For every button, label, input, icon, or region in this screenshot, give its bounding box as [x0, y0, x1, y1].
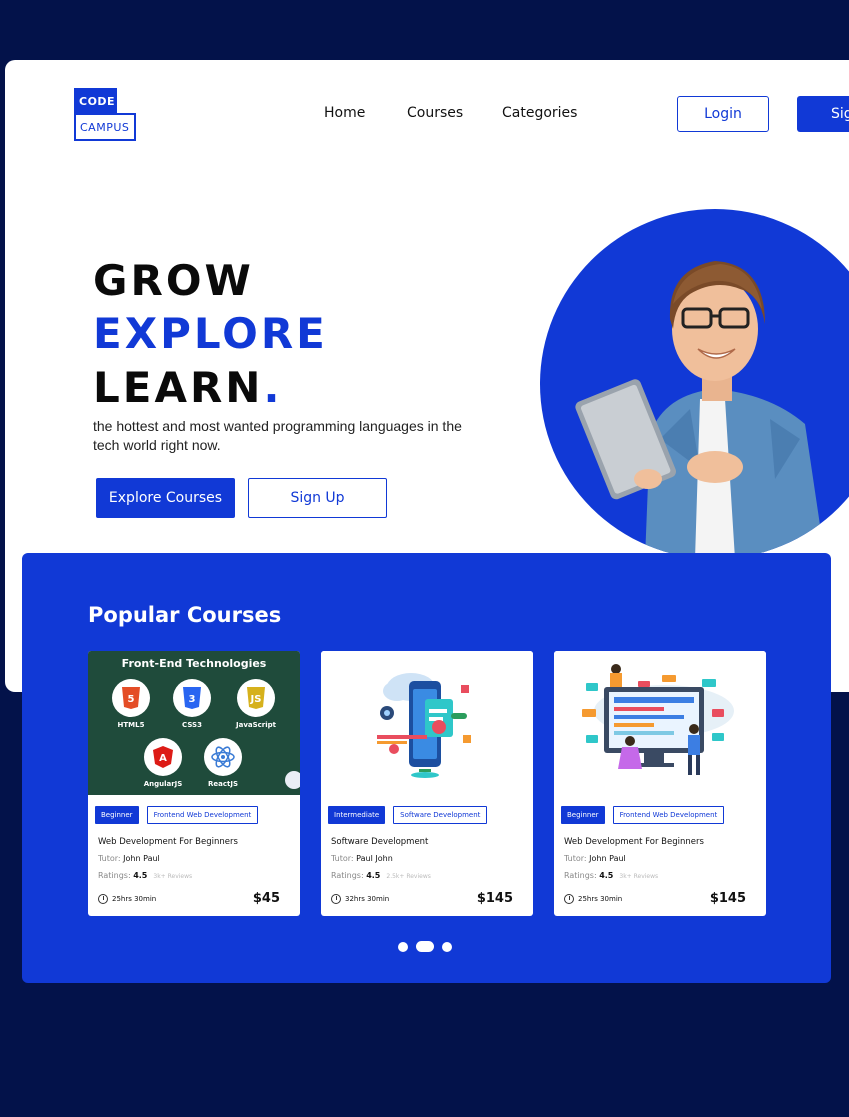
- code-campus-logo[interactable]: CODE CAMPUS: [74, 88, 136, 141]
- course-title[interactable]: Software Development: [331, 837, 428, 847]
- hero-line-explore: EXPLORE: [93, 309, 328, 358]
- level-tag[interactable]: Beginner: [95, 806, 139, 824]
- tutor-label: Tutor:: [98, 854, 121, 863]
- course-image-frontend: Front-End Technologies 5 HTML5 3 CSS3 JS…: [88, 651, 300, 795]
- course-duration: 32hrs 30min: [331, 894, 389, 904]
- carousel-pagination: [398, 941, 452, 952]
- course-price: $45: [252, 891, 280, 906]
- duration-text: 25hrs 30min: [112, 895, 157, 903]
- review-count: 3k+ Reviews: [619, 873, 659, 880]
- course-card[interactable]: Intermediate Software Development Softwa…: [321, 651, 533, 916]
- hero-dot: .: [263, 363, 283, 412]
- review-count: 2.5k+ Reviews: [386, 873, 431, 880]
- clock-icon: [564, 894, 574, 904]
- course-title[interactable]: Web Development For Beginners: [98, 837, 238, 847]
- review-count: 3k+ Reviews: [153, 873, 193, 880]
- course-duration: 25hrs 30min: [98, 894, 156, 904]
- signup-button-hero[interactable]: Sign Up: [248, 478, 387, 518]
- course-card[interactable]: Beginner Frontend Web Development Web De…: [554, 651, 766, 916]
- rating-value: 4.5: [599, 871, 614, 880]
- rating-value: 4.5: [366, 871, 381, 880]
- course-image-software: [321, 651, 533, 795]
- duration-text: 25hrs 30min: [578, 895, 623, 903]
- tutor-label: Tutor:: [331, 854, 354, 863]
- category-tag[interactable]: Frontend Web Development: [146, 806, 259, 824]
- carousel-dot-active[interactable]: [416, 941, 434, 952]
- reactjs-label: ReactJS: [207, 780, 238, 788]
- svg-text:JS: JS: [250, 694, 262, 705]
- carousel-dot[interactable]: [398, 941, 408, 952]
- nav-categories[interactable]: Categories: [502, 105, 577, 121]
- hero-line-learn: LEARN.: [93, 367, 282, 409]
- course-tutor: Tutor: John Paul: [564, 854, 626, 863]
- duration-text: 32hrs 30min: [345, 895, 390, 903]
- nav-home[interactable]: Home: [324, 105, 365, 121]
- svg-text:5: 5: [128, 694, 135, 705]
- svg-text:A: A: [159, 753, 167, 764]
- login-button[interactable]: Login: [677, 96, 769, 132]
- logo-bottom-text: CAMPUS: [74, 113, 136, 141]
- javascript-label: JavaScript: [236, 721, 277, 729]
- popular-courses-title: Popular Courses: [88, 603, 282, 627]
- tutor-name: John Paul: [123, 854, 160, 863]
- html5-label: HTML5: [117, 721, 145, 729]
- course-card[interactable]: Front-End Technologies 5 HTML5 3 CSS3 JS…: [88, 651, 300, 916]
- student-with-tablet-illustration: [575, 261, 825, 559]
- javascript-icon: JS JavaScript: [236, 679, 276, 729]
- hero-line-grow: GROW: [93, 256, 254, 305]
- course-rating: Ratings: 4.5 2.5k+ Reviews: [331, 871, 431, 880]
- angularjs-label: AngularJS: [143, 780, 183, 788]
- tutor-name: Paul John: [356, 854, 393, 863]
- clock-icon: [331, 894, 341, 904]
- tutor-name: John Paul: [589, 854, 626, 863]
- html5-icon: 5 HTML5: [111, 679, 151, 729]
- badge-icon: [285, 771, 300, 789]
- course-tags: Intermediate Software Development: [328, 806, 488, 824]
- css3-icon: 3 CSS3: [172, 679, 212, 729]
- hero-line-learn-text: LEARN: [93, 363, 264, 412]
- carousel-dot[interactable]: [442, 941, 452, 952]
- course-image-title: Front-End Technologies: [121, 657, 267, 670]
- course-rating: Ratings: 4.5 3k+ Reviews: [564, 871, 658, 880]
- level-tag[interactable]: Intermediate: [328, 806, 386, 824]
- course-price: $145: [709, 891, 746, 906]
- svg-text:3: 3: [189, 694, 196, 705]
- ratings-label: Ratings:: [331, 871, 364, 880]
- web-developers-illustration: [582, 664, 734, 775]
- course-rating: Ratings: 4.5 3k+ Reviews: [98, 871, 192, 880]
- course-tags: Beginner Frontend Web Development: [95, 806, 259, 824]
- angularjs-icon: A AngularJS: [143, 738, 183, 788]
- ratings-label: Ratings:: [98, 871, 131, 880]
- course-tags: Beginner Frontend Web Development: [561, 806, 725, 824]
- clock-icon: [98, 894, 108, 904]
- category-tag[interactable]: Frontend Web Development: [612, 806, 725, 824]
- course-duration: 25hrs 30min: [564, 894, 622, 904]
- rating-value: 4.5: [133, 871, 148, 880]
- course-image-webdev: [554, 651, 766, 795]
- course-tutor: Tutor: Paul John: [331, 854, 393, 863]
- reactjs-icon: ReactJS: [203, 738, 243, 788]
- tutor-label: Tutor:: [564, 854, 587, 863]
- nav-courses[interactable]: Courses: [407, 105, 463, 121]
- course-title[interactable]: Web Development For Beginners: [564, 837, 704, 847]
- ratings-label: Ratings:: [564, 871, 597, 880]
- explore-courses-button[interactable]: Explore Courses: [96, 478, 235, 518]
- hero-image-circle: [540, 209, 849, 559]
- css3-label: CSS3: [182, 721, 202, 729]
- course-price: $145: [476, 891, 513, 906]
- signup-button-header[interactable]: Sig: [797, 96, 849, 132]
- level-tag[interactable]: Beginner: [561, 806, 605, 824]
- hero-subtitle: the hottest and most wanted programming …: [93, 418, 462, 453]
- popular-courses-section: Popular Courses Front-End Technologies 5…: [22, 553, 831, 983]
- course-tutor: Tutor: John Paul: [98, 854, 160, 863]
- mobile-app-illustration: [377, 673, 471, 778]
- category-tag[interactable]: Software Development: [393, 806, 488, 824]
- logo-top-text: CODE: [74, 88, 117, 113]
